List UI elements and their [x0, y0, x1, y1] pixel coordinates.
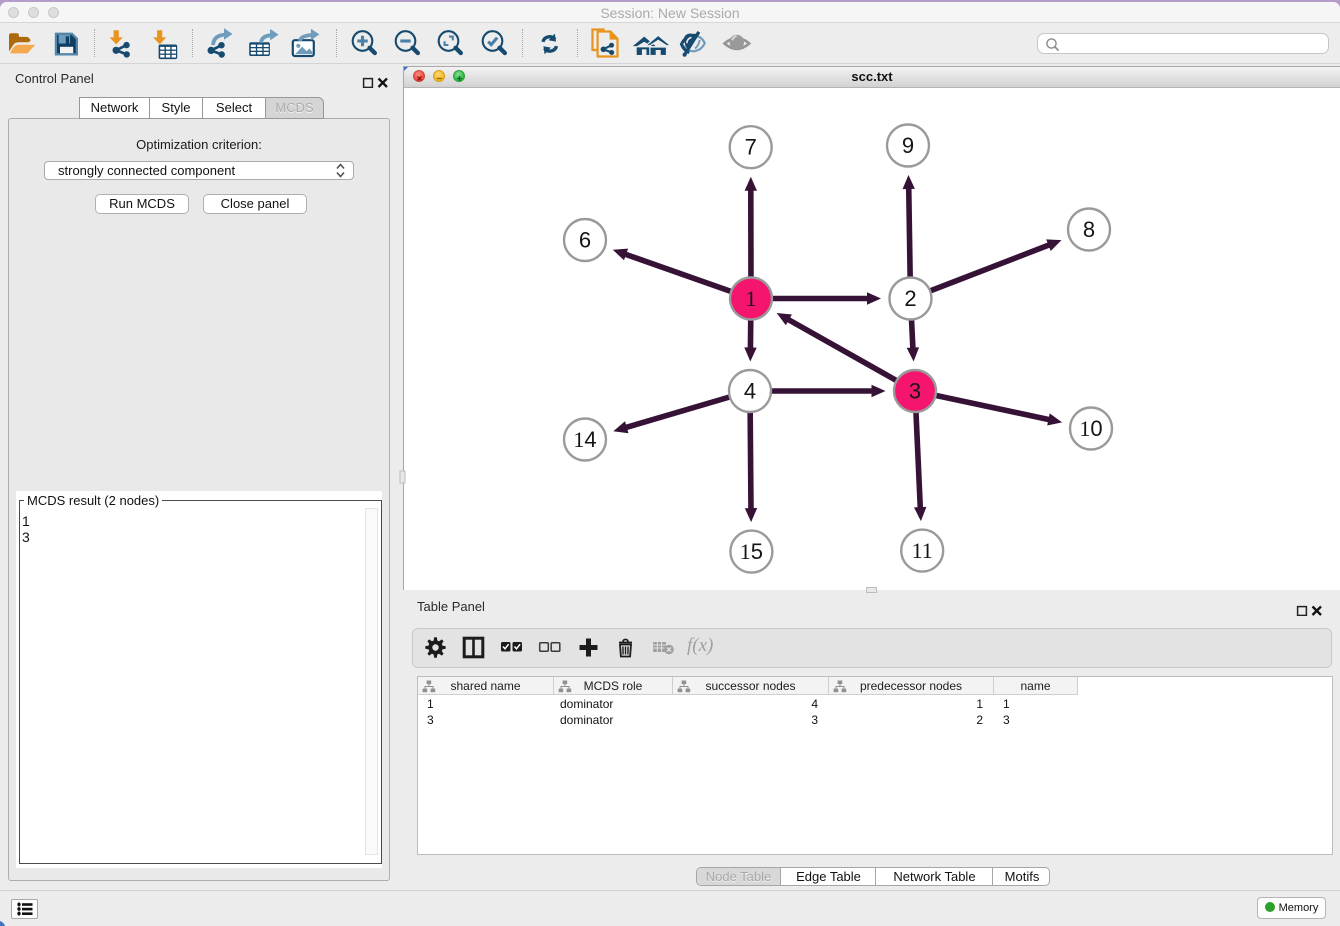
- svg-text:9: 9: [902, 133, 914, 158]
- svg-text:7: 7: [745, 135, 757, 160]
- svg-text:10: 10: [1079, 416, 1102, 441]
- svg-text:15: 15: [740, 539, 763, 564]
- svg-text:6: 6: [579, 228, 591, 253]
- svg-text:2: 2: [904, 286, 916, 311]
- svg-text:11: 11: [912, 538, 933, 563]
- svg-text:3: 3: [909, 379, 921, 404]
- svg-text:8: 8: [1083, 217, 1095, 242]
- svg-text:1: 1: [746, 286, 757, 311]
- svg-text:4: 4: [744, 379, 756, 404]
- svg-text:14: 14: [573, 427, 596, 452]
